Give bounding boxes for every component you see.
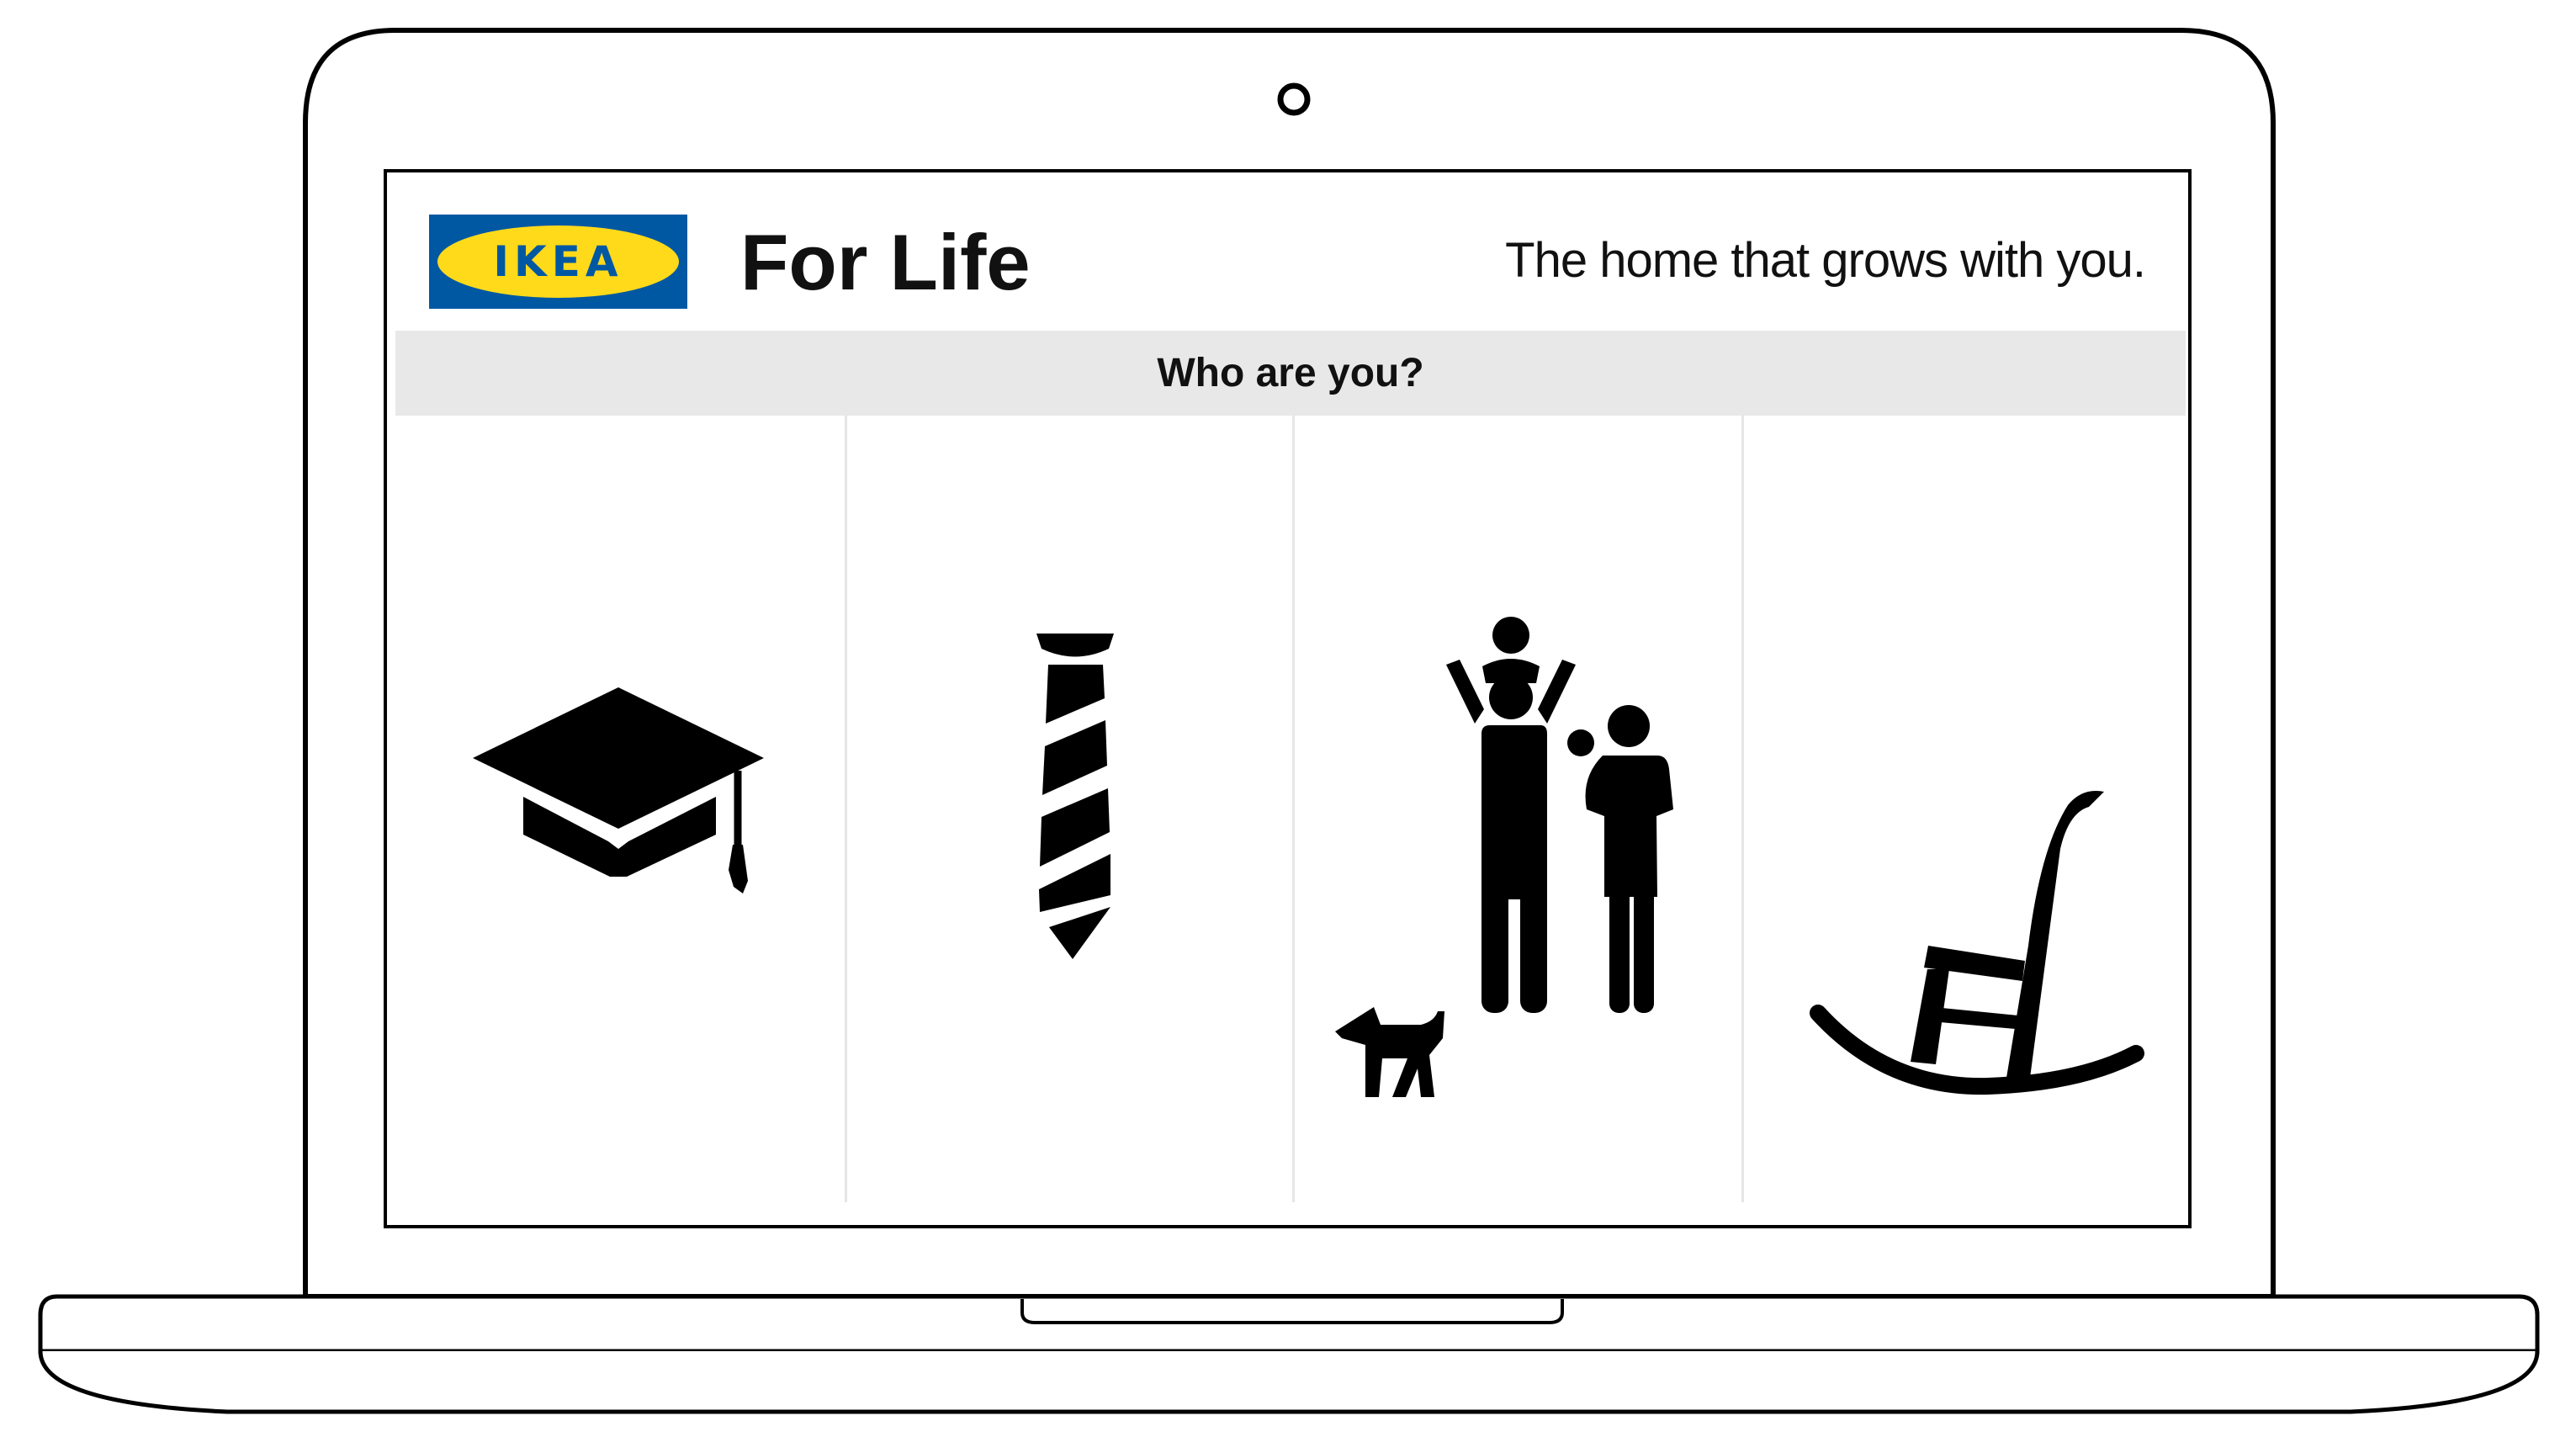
question-heading: Who are you?	[395, 331, 2186, 416]
necktie-icon	[1036, 634, 1114, 959]
tagline: The home that grows with you.	[1505, 233, 2146, 288]
persona-option-student[interactable]	[395, 416, 845, 1202]
persona-grid	[395, 416, 2186, 1202]
persona-option-family[interactable]	[1292, 416, 1744, 1202]
app-screen: IKEA For Life The home that grows with y…	[387, 172, 2187, 1225]
family-with-dog-icon	[1335, 617, 1673, 1097]
persona-option-senior[interactable]	[1741, 416, 2187, 1202]
ikea-logo: IKEA	[429, 215, 687, 309]
logo-ellipse: IKEA	[437, 225, 679, 298]
rocking-chair-icon	[1810, 791, 2144, 1095]
logo-text: IKEA	[493, 237, 623, 286]
app-header: IKEA For Life The home that grows with y…	[387, 172, 2187, 328]
page-title: For Life	[740, 218, 1031, 306]
persona-option-professional[interactable]	[845, 416, 1295, 1202]
graduation-cap-icon	[473, 687, 764, 893]
